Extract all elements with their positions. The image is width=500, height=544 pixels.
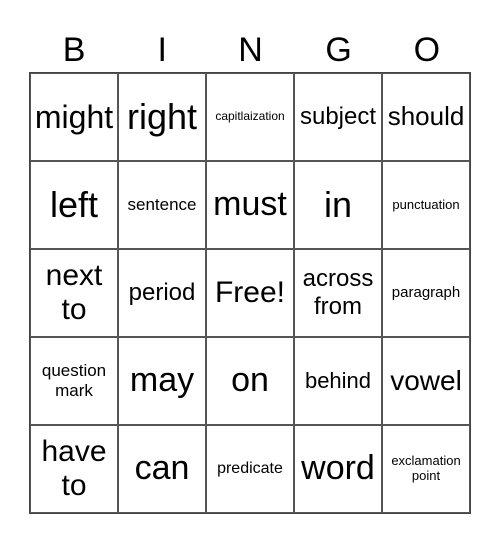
cell-label: left [49,184,99,226]
bingo-header: BINGO [30,28,471,73]
header-letter-i: I [157,31,167,69]
cell-label: capitlaization [215,109,285,124]
bingo-cell[interactable]: have to [30,425,118,513]
bingo-cell[interactable]: punctuation [382,161,470,249]
bingo-cell[interactable]: word [294,425,382,513]
cell-label: period [128,279,196,307]
bingo-cell[interactable]: next to [30,249,118,337]
bingo-cell[interactable]: right [118,73,206,161]
bingo-card-grid: might right capitlaization subject should lef… [29,72,471,514]
bingo-cell[interactable]: exclamation point [382,425,470,513]
bingo-cell[interactable]: left [30,161,118,249]
header-letter-n: N [238,31,263,69]
cell-label: across from [302,265,374,320]
cell-label: predicate [217,459,283,477]
cell-label: can [134,449,190,488]
bingo-cell[interactable]: across from [294,249,382,337]
bingo-cell[interactable]: might [30,73,118,161]
cell-label: right [126,96,198,138]
bingo-cell[interactable]: Free! [206,249,294,337]
bingo-cell[interactable]: may [118,337,206,425]
header-letter-g: G [325,31,352,69]
cell-label: on [231,361,269,400]
bingo-cell[interactable]: paragraph [382,249,470,337]
cell-label: subject [299,103,377,131]
header-letter-b: B [62,31,86,69]
bingo-cell[interactable]: can [118,425,206,513]
bingo-cell[interactable]: sentence [118,161,206,249]
bingo-cell[interactable]: question mark [30,337,118,425]
bingo-cell[interactable]: predicate [206,425,294,513]
header-letter-o: O [413,31,441,69]
cell-label: exclamation point [391,453,461,483]
cell-label: should [387,101,465,132]
bingo-cell[interactable]: should [382,73,470,161]
cell-label: in [323,184,353,226]
cell-label: paragraph [391,284,461,302]
bingo-cell[interactable]: vowel [382,337,470,425]
cell-label: next to [45,258,103,327]
bingo-cell[interactable]: behind [294,337,382,425]
bingo-cell[interactable]: on [206,337,294,425]
cell-label: have to [41,434,107,503]
cell-label: vowel [390,364,462,396]
cell-label: Free! [214,275,286,309]
cell-label: may [129,361,195,400]
bingo-cell[interactable]: must [206,161,294,249]
cell-label: word [301,449,375,488]
bingo-cell[interactable]: in [294,161,382,249]
cell-label: question mark [41,361,107,400]
bingo-cell[interactable]: capitlaization [206,73,294,161]
cell-label: might [34,98,114,135]
cell-label: must [213,185,287,224]
bingo-cell[interactable]: subject [294,73,382,161]
cell-label: punctuation [392,196,460,212]
bingo-cell[interactable]: period [118,249,206,337]
cell-label: behind [304,368,372,394]
cell-label: sentence [127,195,197,215]
